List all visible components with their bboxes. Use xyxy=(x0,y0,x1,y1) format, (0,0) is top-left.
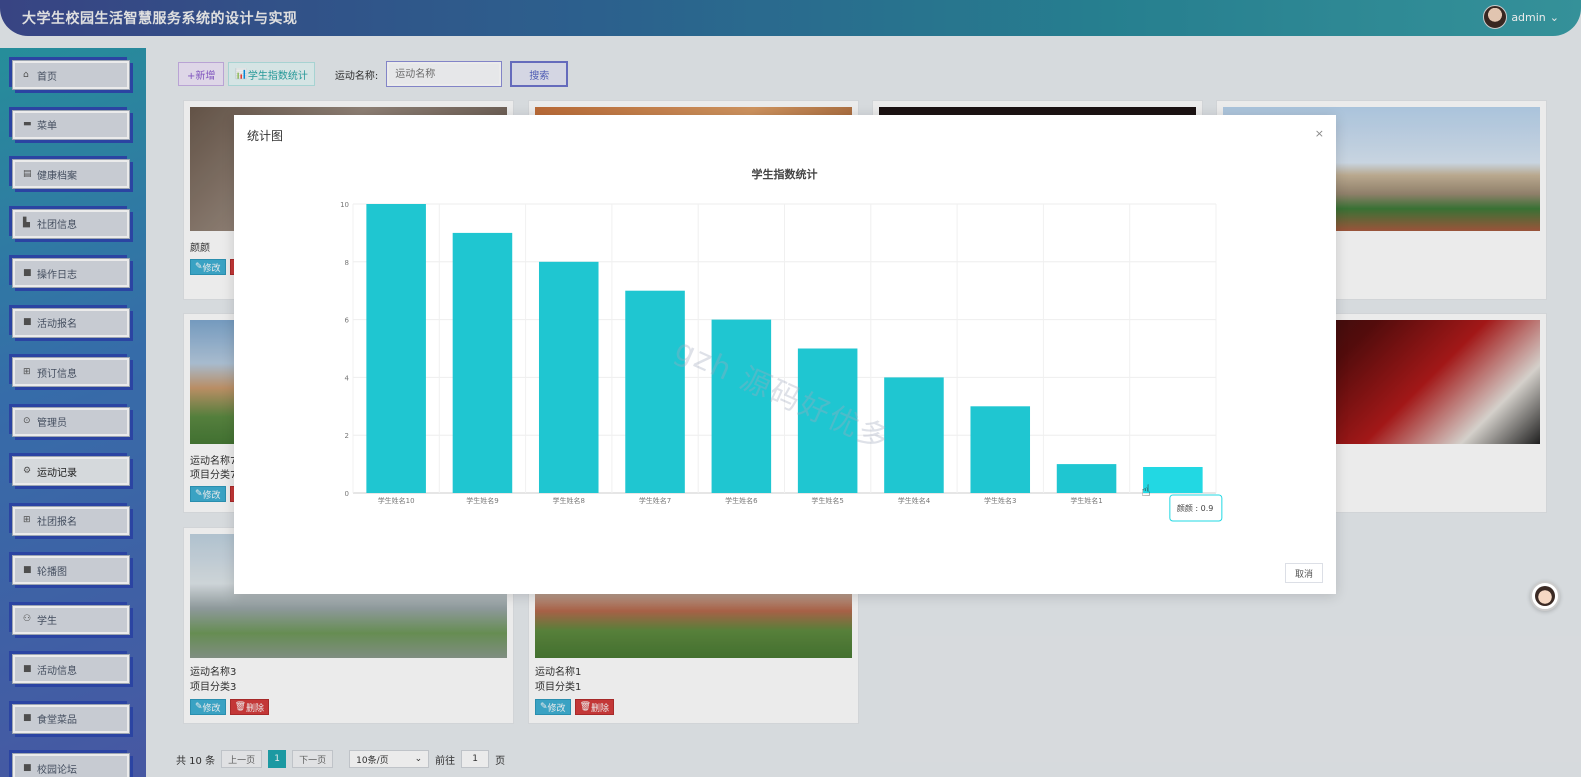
y-tick-label: 10 xyxy=(340,201,349,209)
x-tick-label: 学生姓名7 xyxy=(639,496,671,505)
y-tick-label: 6 xyxy=(345,317,350,325)
avatar-face-icon xyxy=(1535,586,1555,606)
y-tick-label: 8 xyxy=(345,259,349,267)
x-tick-label: 学生姓名8 xyxy=(553,496,585,505)
x-tick-label: 学生姓名3 xyxy=(984,496,1016,505)
x-tick-label: 学生姓名1 xyxy=(1070,496,1102,505)
x-tick-label: 学生姓名5 xyxy=(811,496,843,505)
bar xyxy=(538,261,599,493)
bar-chart: 学生指数统计 0 2 4 6 8 10 学生姓名10 学生姓名9 学生姓名8 学生姓名7 学生姓名6 学… xyxy=(340,167,1223,522)
x-tick-label: 学生姓名4 xyxy=(898,496,931,505)
chart-dialog: 统计图 × 学生指数统计 0 2 4 6 8 10 学生姓名10 学生姓名9 学生姓名8 学生姓名7… xyxy=(234,115,1336,594)
x-tick-label: 学生姓名9 xyxy=(466,496,498,505)
bar xyxy=(1143,466,1203,493)
bar xyxy=(797,348,858,493)
y-tick-label: 4 xyxy=(345,374,350,382)
bar xyxy=(452,232,513,493)
bar xyxy=(625,290,685,493)
bar xyxy=(366,204,426,493)
x-tick-label: 学生姓名10 xyxy=(378,496,415,505)
assistant-avatar[interactable] xyxy=(1530,581,1560,611)
bar xyxy=(970,406,1031,493)
x-tick-label: 学生姓名6 xyxy=(725,496,758,505)
y-tick-label: 2 xyxy=(345,432,349,440)
tooltip-text: 颜颜 : 0.9 xyxy=(1177,503,1214,513)
chart-title: 学生指数统计 xyxy=(752,167,818,181)
bar xyxy=(711,319,772,493)
y-tick-label: 0 xyxy=(345,490,349,498)
hand-cursor-icon: ☝ xyxy=(1141,481,1151,500)
cancel-button[interactable]: 取消 xyxy=(1285,563,1323,583)
bar xyxy=(1056,464,1117,493)
bar xyxy=(884,377,944,493)
